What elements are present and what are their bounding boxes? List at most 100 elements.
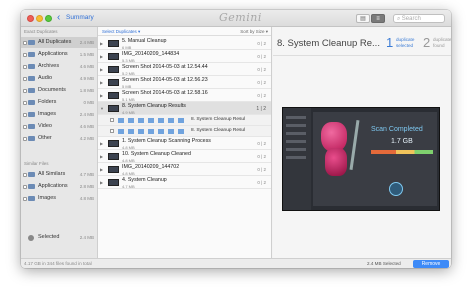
sidebar-item-images[interactable]: Images 2.4 MB	[21, 109, 98, 120]
sidebar-item-archives[interactable]: Archives 4.6 MB	[21, 61, 98, 72]
checkbox[interactable]	[23, 52, 27, 57]
minimize-window-button[interactable]	[36, 15, 43, 22]
breadcrumb-summary[interactable]: Summary	[66, 13, 94, 23]
sidebar-item-selected[interactable]: Selected 2.4 MB	[21, 232, 98, 243]
disclosure-triangle-open-icon[interactable]: ▼	[100, 106, 104, 111]
duplicate-file-row[interactable]: 8. System Cleanup Resul	[98, 126, 271, 137]
preview-image-sidebar	[283, 108, 311, 210]
sidebar-item-folders[interactable]: Folders 0 MB	[21, 97, 98, 108]
sidebar-item-other[interactable]: Other 4.2 MB	[21, 133, 98, 144]
file-thumbnail	[108, 166, 119, 173]
selected-size-text: 2.4 MB Selected	[367, 261, 401, 266]
disclosure-triangle-icon[interactable]: ▶	[100, 80, 103, 85]
sidebar-item-size: 4.9 MB	[79, 76, 94, 81]
checkbox[interactable]	[23, 76, 27, 81]
sidebar-item-label: Other	[38, 135, 52, 141]
list-item[interactable]: ▶ Screen Shot 2014-05-03 at 12.58.16 5.1…	[98, 89, 271, 102]
disclosure-triangle-icon[interactable]: ▶	[100, 41, 103, 46]
sidebar-item-label: Applications	[38, 51, 68, 57]
duplicate-count: 0 | 2	[257, 54, 266, 59]
remove-button[interactable]: Remove	[413, 260, 449, 268]
sort-by-size-dropdown[interactable]: Sort by Size ▾	[240, 27, 268, 36]
list-view-button[interactable]: ▤	[356, 14, 370, 23]
list-item-selected[interactable]: ▼ 8. System Cleanup Results 4.9 MB 1 | 2	[98, 102, 271, 115]
checkbox[interactable]	[23, 184, 27, 189]
duplicate-count: 0 | 2	[257, 141, 266, 146]
found-label-line1: duplicates	[433, 37, 451, 42]
disclosure-triangle-icon[interactable]: ▶	[100, 93, 103, 98]
close-window-button[interactable]	[27, 15, 34, 22]
list-item[interactable]: ▶ IMG_20140209_144702 4.8 MB 0 | 2	[98, 163, 271, 176]
disclosure-triangle-icon[interactable]: ▶	[100, 54, 103, 59]
divider	[273, 55, 451, 56]
checkbox[interactable]	[23, 112, 27, 117]
checkbox[interactable]	[110, 129, 114, 133]
list-item[interactable]: ▶ 4. System Cleanup 4.7 MB 0 | 2	[98, 176, 271, 189]
sidebar-item-label: All Duplicates	[38, 39, 72, 45]
list-item[interactable]: ▶ 10. System Cleanup Cleaned 4.8 MB 0 | …	[98, 150, 271, 163]
scan-completed-text: Scan Completed	[371, 126, 423, 133]
back-chevron-icon[interactable]: ‹	[57, 12, 60, 24]
duplicate-count: 0 | 2	[257, 154, 266, 159]
disclosure-triangle-icon[interactable]: ▶	[100, 67, 103, 72]
list-item[interactable]: ▶ Screen Shot 2014-05-03 at 12.56.23 5 M…	[98, 76, 271, 89]
checkbox[interactable]	[23, 88, 27, 93]
vacuum-body-icon	[325, 148, 347, 176]
search-input[interactable]: ⌕ Search	[393, 14, 445, 23]
file-name: Screen Shot 2014-05-03 at 12.58.16	[122, 90, 208, 96]
checkbox[interactable]	[23, 172, 27, 177]
file-name: Screen Shot 2014-05-03 at 12.56.23	[122, 77, 208, 83]
checkbox[interactable]	[23, 40, 27, 45]
disclosure-triangle-icon[interactable]: ▶	[100, 141, 103, 146]
sidebar-item-all-similars[interactable]: All Similars 4.7 MB	[21, 169, 98, 180]
select-duplicates-dropdown[interactable]: Select Duplicates ▾	[102, 27, 140, 36]
list-item[interactable]: ▶ 1. System Cleanup Scanning Process 4.8…	[98, 137, 271, 150]
applications-icon	[28, 52, 35, 57]
sidebar-item-similar-images[interactable]: Images 4.8 MB	[21, 193, 98, 204]
sidebar-item-label: Selected	[38, 234, 60, 240]
duplicate-file-name: 8. System Cleanup Resul	[191, 117, 246, 122]
file-size: 4.8 MB	[122, 157, 135, 163]
zoom-window-button[interactable]	[45, 15, 52, 22]
total-found-text: 4.17 GB in 344 files found in total	[24, 261, 92, 266]
file-name: 5. Manual Cleanup	[122, 38, 167, 44]
sidebar-section-exact: Exact Duplicates	[24, 29, 58, 34]
sidebar-item-size: 1.8 MB	[79, 88, 94, 93]
list-item[interactable]: ▶ 5. Manual Cleanup 6 MB 0 | 2	[98, 37, 271, 50]
sidebar-item-size: 4.6 MB	[79, 64, 94, 69]
sidebar-item-video[interactable]: Video 4.6 MB	[21, 121, 98, 132]
checkbox[interactable]	[23, 64, 27, 69]
checkbox[interactable]	[23, 124, 27, 129]
titlebar: ‹ Summary Gemini ▤ ≡ ⌕ Search	[21, 10, 451, 27]
checkbox[interactable]	[23, 196, 27, 201]
found-count: 2	[423, 35, 431, 50]
duplicate-file-row[interactable]: 8. System Cleanup Resul	[98, 115, 271, 126]
sidebar-item-all-duplicates[interactable]: All Duplicates 2.4 MB	[21, 37, 98, 48]
disclosure-triangle-icon[interactable]: ▶	[100, 154, 103, 159]
checkbox[interactable]	[110, 118, 114, 122]
sidebar-item-label: All Similars	[38, 171, 66, 177]
sidebar-item-audio[interactable]: Audio 4.9 MB	[21, 73, 98, 84]
sidebar-item-size: 4.8 MB	[79, 196, 94, 201]
sidebar-item-similar-applications[interactable]: Applications 2.8 MB	[21, 181, 98, 192]
checkbox[interactable]	[23, 136, 27, 141]
checkbox[interactable]	[23, 100, 27, 105]
sidebar-item-size: 4.6 MB	[79, 124, 94, 129]
disclosure-triangle-icon[interactable]: ▶	[100, 180, 103, 185]
sidebar-item-documents[interactable]: Documents 1.8 MB	[21, 85, 98, 96]
duplicates-list: Select Duplicates ▾ Sort by Size ▾ ▶ 5. …	[98, 27, 272, 258]
images-icon	[28, 112, 35, 117]
sidebar-item-label: Folders	[38, 99, 57, 105]
list-item[interactable]: ▶ IMG_20140209_144834 5.3 MB 0 | 2	[98, 50, 271, 63]
preview-image: Scan Completed 1.7 GB	[282, 107, 440, 211]
scan-size-text: 1.7 GB	[391, 138, 413, 145]
sidebar-item-applications[interactable]: Applications 1.5 MB	[21, 49, 98, 60]
list-item[interactable]: ▶ Screen Shot 2014-05-03 at 12.54.44 5.2…	[98, 63, 271, 76]
disclosure-triangle-icon[interactable]: ▶	[100, 167, 103, 172]
sidebar-item-size: 0 MB	[83, 100, 94, 105]
column-view-button[interactable]: ≡	[371, 14, 385, 23]
file-thumbnail	[108, 66, 119, 73]
duplicate-count: 0 | 2	[257, 93, 266, 98]
file-thumbnail	[108, 79, 119, 86]
file-path-icons	[118, 118, 188, 123]
